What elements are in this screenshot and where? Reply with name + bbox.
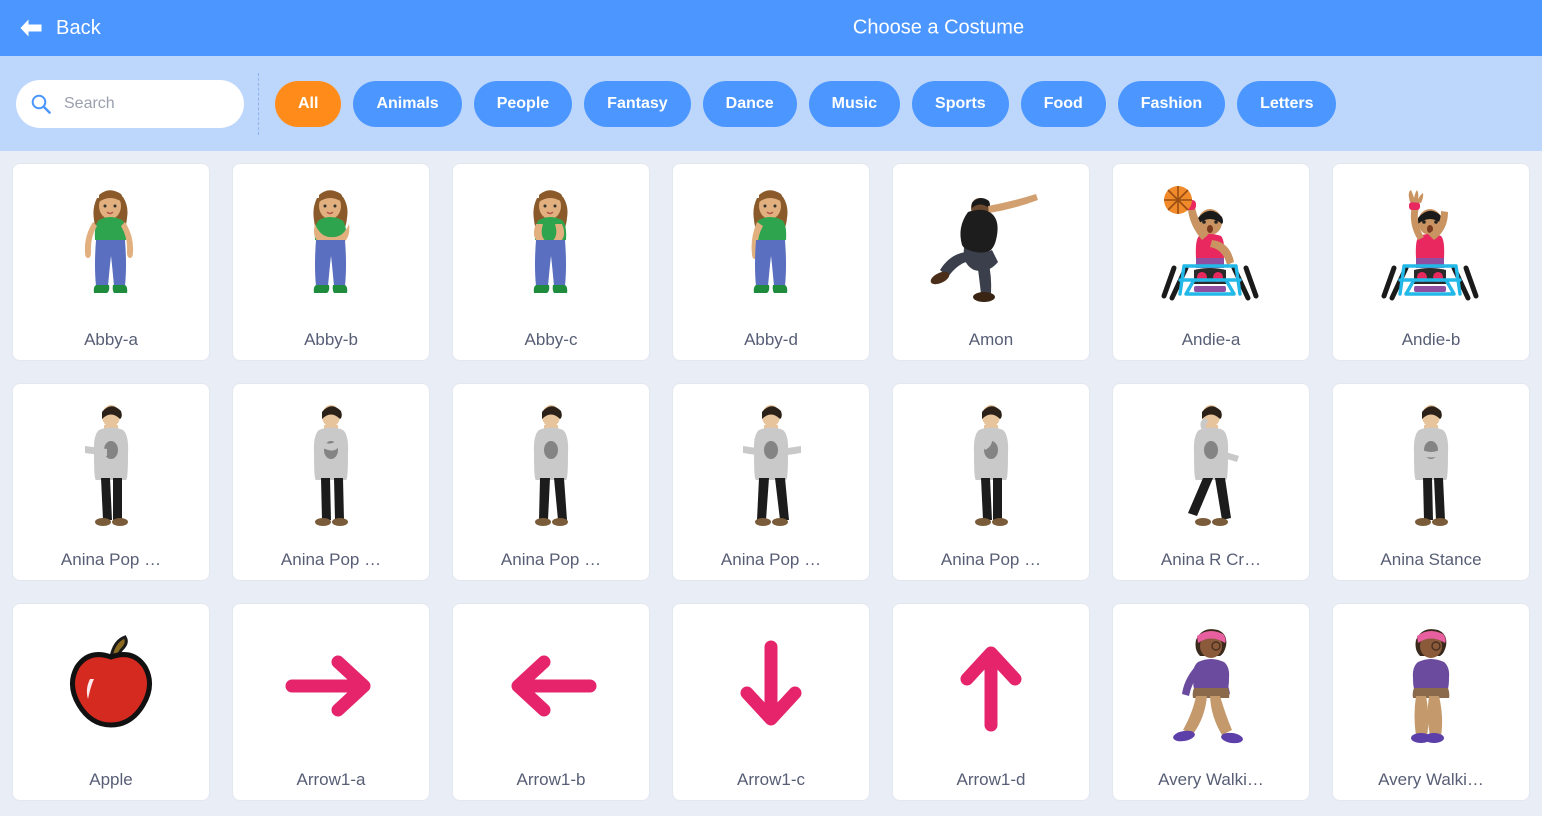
tag-fantasy[interactable]: Fantasy (584, 80, 691, 127)
search-input[interactable] (64, 94, 230, 113)
costume-label: Arrow1-d (956, 770, 1026, 789)
costume-label: Avery Walki… (1378, 770, 1484, 789)
man-black-shirt-leaning-icon (899, 172, 1083, 320)
costume-card[interactable]: Arrow1-c (672, 603, 870, 801)
costume-label: Andie-b (1401, 330, 1461, 349)
costume-card[interactable]: Abby-c (452, 163, 650, 361)
costume-card[interactable]: Anina Pop … (892, 383, 1090, 581)
costume-label: Arrow1-a (296, 770, 366, 789)
costume-label: Abby-a (84, 330, 138, 349)
costume-card[interactable]: Anina Pop … (232, 383, 430, 581)
arrow-right-pink-icon (239, 612, 423, 760)
arrow-up-pink-icon (899, 612, 1083, 760)
tag-list: All Animals People Fantasy Dance Music Sports F… (275, 80, 1526, 127)
costume-label: Anina Pop … (280, 550, 382, 569)
search-icon (31, 94, 51, 114)
costume-card[interactable]: Anina Pop … (452, 383, 650, 581)
woman-grey-sweater-arms-out-icon (679, 392, 863, 540)
costume-card[interactable]: Arrow1-a (232, 603, 430, 801)
costume-label: Anina R Cr… (1160, 550, 1262, 569)
page-title: Choose a Costume (852, 16, 1025, 39)
girl-green-shirt-standing-icon (19, 172, 203, 320)
filter-bar: AllAnimalsPeopleFantasyDanceMusicSportsF… (0, 56, 1542, 151)
costume-label: Anina Pop … (940, 550, 1042, 569)
filter-divider (258, 72, 259, 135)
costume-label: Apple (89, 770, 133, 789)
costume-card[interactable]: Anina Pop … (12, 383, 210, 581)
wheelchair-basketball-throw-icon (1119, 172, 1303, 320)
costume-card[interactable]: Avery Walki… (1112, 603, 1310, 801)
back-button[interactable]: Back (18, 17, 101, 40)
wheelchair-basketball-arms-up-icon (1339, 172, 1523, 320)
tag-animals[interactable]: Animals (353, 80, 462, 127)
costume-card[interactable]: Anina R Cr… (1112, 383, 1310, 581)
costume-card[interactable]: Apple (12, 603, 210, 801)
woman-grey-sweater-arms-folded-icon (1339, 392, 1523, 540)
girl-green-shirt-hands-up-icon (459, 172, 643, 320)
costume-grid: Abby-a Abby-b Abby-c Abby-d Amon Andie-a Andie… (0, 151, 1542, 816)
search-box[interactable] (16, 79, 244, 128)
arrow-left-pink-icon (459, 612, 643, 760)
costume-card[interactable]: Arrow1-b (452, 603, 650, 801)
woman-grey-sweater-arm-bent-icon (899, 392, 1083, 540)
left-arrow-icon (20, 19, 42, 37)
tag-fashion[interactable]: Fashion (1117, 80, 1226, 127)
tag-dance[interactable]: Dance (702, 80, 797, 127)
costume-card[interactable]: Abby-b (232, 163, 430, 361)
costume-label: Anina Pop … (720, 550, 822, 569)
tag-people[interactable]: People (473, 80, 573, 127)
back-label: Back (56, 16, 101, 39)
woman-grey-sweater-arm-front-icon (239, 392, 423, 540)
costume-card[interactable]: Anina Stance (1332, 383, 1530, 581)
costume-label: Avery Walki… (1158, 770, 1264, 789)
girl-purple-shirt-walking-side-icon (1339, 612, 1523, 760)
girl-green-shirt-side-icon (679, 172, 863, 320)
costume-label: Arrow1-b (516, 770, 586, 789)
tag-all[interactable]: All (275, 80, 342, 127)
woman-grey-sweater-standing-icon (459, 392, 643, 540)
woman-grey-sweater-cross-step-icon (1119, 392, 1303, 540)
costume-label: Andie-a (1181, 330, 1241, 349)
costume-card[interactable]: Andie-a (1112, 163, 1310, 361)
costume-card[interactable]: Andie-b (1332, 163, 1530, 361)
costume-label: Abby-b (304, 330, 358, 349)
costume-label: Amon (968, 330, 1014, 349)
costume-card[interactable]: Abby-d (672, 163, 870, 361)
costume-label: Abby-c (524, 330, 578, 349)
costume-label: Anina Pop … (60, 550, 162, 569)
costume-card[interactable]: Arrow1-d (892, 603, 1090, 801)
costume-card[interactable]: Anina Pop … (672, 383, 870, 581)
tag-letters[interactable]: Letters (1237, 80, 1337, 127)
costume-card[interactable]: Amon (892, 163, 1090, 361)
costume-card[interactable]: Abby-a (12, 163, 210, 361)
tag-sports[interactable]: Sports (912, 80, 1009, 127)
costume-label: Anina Pop … (500, 550, 602, 569)
library-header: Back Choose a Costume (0, 0, 1542, 56)
costume-card[interactable]: Avery Walki… (1332, 603, 1530, 801)
woman-grey-sweater-arm-out-icon (19, 392, 203, 540)
arrow-down-pink-icon (679, 612, 863, 760)
costume-label: Anina Stance (1380, 550, 1482, 569)
red-apple-icon (19, 612, 203, 760)
costume-label: Abby-d (744, 330, 798, 349)
girl-purple-shirt-walking-icon (1119, 612, 1303, 760)
tag-music[interactable]: Music (808, 80, 901, 127)
girl-green-shirt-arms-crossed-icon (239, 172, 423, 320)
tag-food[interactable]: Food (1020, 80, 1106, 127)
costume-label: Arrow1-c (736, 770, 805, 789)
